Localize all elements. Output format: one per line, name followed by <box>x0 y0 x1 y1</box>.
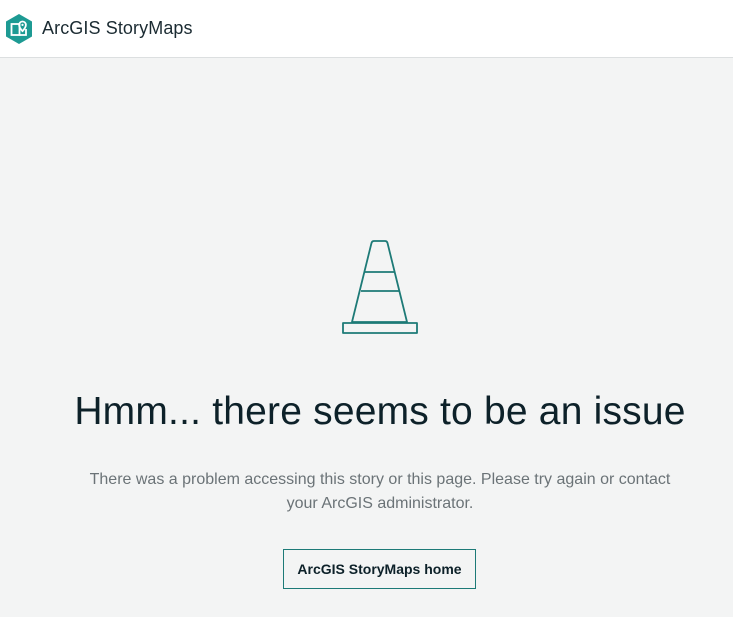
brand-name: ArcGIS StoryMaps <box>42 18 193 38</box>
traffic-cone-icon <box>342 240 418 334</box>
storymaps-home-button[interactable]: ArcGIS StoryMaps home <box>283 549 476 589</box>
app-header: ArcGIS StoryMaps <box>0 0 733 58</box>
error-message: There was a problem accessing this story… <box>89 471 671 512</box>
error-headline: Hmm... there seems to be an issue <box>74 390 686 433</box>
error-page: Hmm... there seems to be an issue There … <box>0 58 733 617</box>
storymaps-logo-icon <box>6 13 32 44</box>
brand-link[interactable]: ArcGIS StoryMaps <box>4 13 193 45</box>
